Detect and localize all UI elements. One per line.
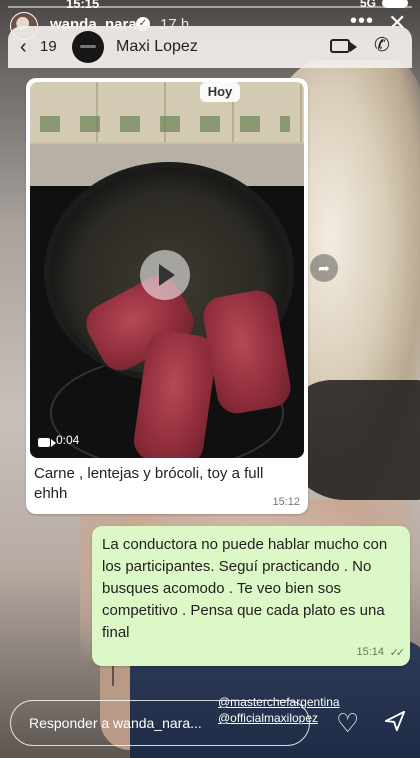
video-camera-icon xyxy=(38,438,56,447)
mention-maxilopez[interactable]: @officialmaxilopez xyxy=(218,710,340,726)
media-caption: Carne , lentejas y brócoli, toy a full e… xyxy=(34,465,264,502)
mention-stickers: @masterchefargentina @officialmaxilopez xyxy=(218,694,340,726)
message-time: 15:12 xyxy=(272,496,300,508)
video-thumbnail: Hoy 0:04 xyxy=(30,82,304,458)
play-icon xyxy=(140,250,190,300)
kitchen-tiles xyxy=(30,82,304,142)
whatsapp-screenshot: ‹ 19 Maxi Lopez ✆ Hoy 0:04 Carne , lente… xyxy=(8,26,412,686)
mention-masterchef[interactable]: @masterchefargentina xyxy=(218,694,340,710)
message-text: La conductora no puede hablar mucho con … xyxy=(102,536,388,641)
reply-placeholder: Responder a wanda_nara... xyxy=(29,715,202,731)
date-badge: Hoy xyxy=(200,82,240,102)
phone-icon: ✆ xyxy=(374,35,390,56)
message-time: 15:14 xyxy=(356,646,384,658)
back-icon: ‹ xyxy=(20,36,27,58)
read-receipt-icon: ✓✓ xyxy=(389,647,406,659)
send-icon[interactable] xyxy=(384,710,406,732)
chat-header: ‹ 19 Maxi Lopez ✆ xyxy=(8,26,412,68)
video-duration: 0:04 xyxy=(56,433,80,447)
outgoing-message: La conductora no puede hablar mucho con … xyxy=(92,526,410,666)
video-call-icon xyxy=(330,39,357,53)
heart-icon[interactable]: ♡ xyxy=(336,708,359,739)
contact-avatar xyxy=(72,31,104,63)
forward-icon: ➦ xyxy=(310,254,338,282)
contact-name: Maxi Lopez xyxy=(116,38,198,55)
unread-count: 19 xyxy=(40,38,57,55)
incoming-media-message: Hoy 0:04 Carne , lentejas y brócoli, toy… xyxy=(26,78,308,514)
